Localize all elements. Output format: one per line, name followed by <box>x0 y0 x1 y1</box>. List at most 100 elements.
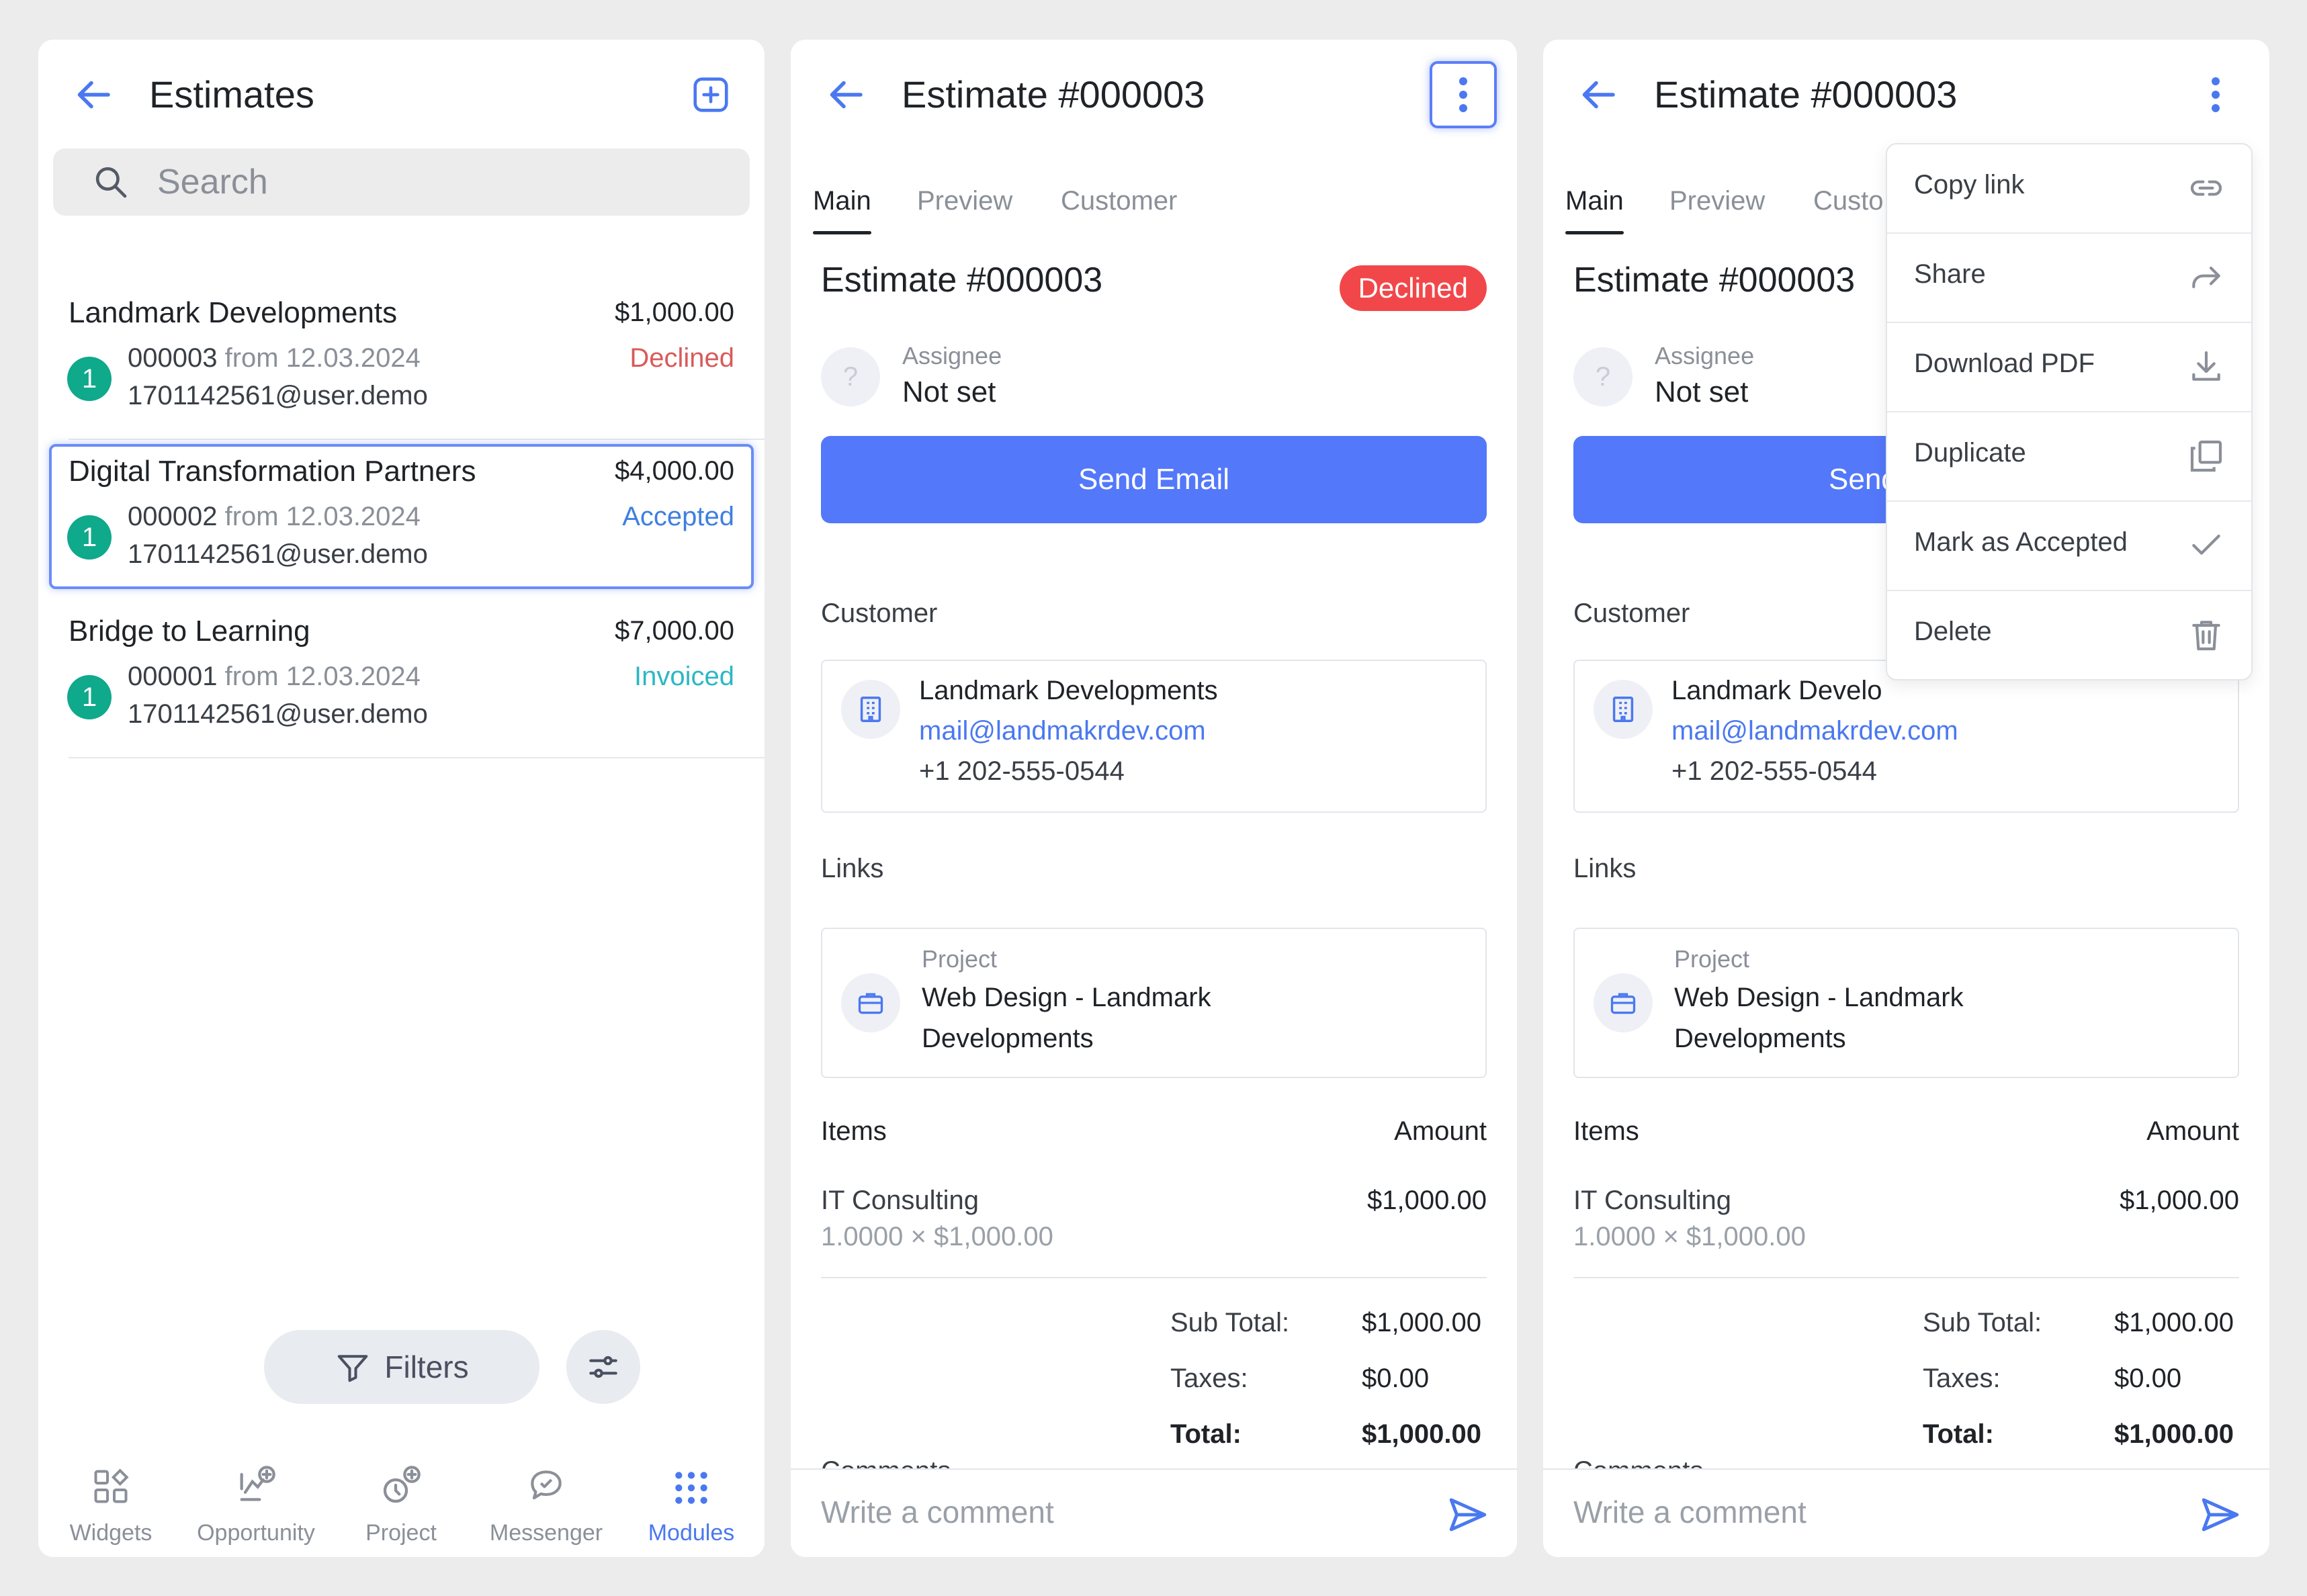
nav-item-messenger[interactable]: Messenger <box>474 1453 619 1546</box>
list-item[interactable]: Landmark Developments $1,000.00 1 000003… <box>38 281 765 440</box>
taxes-value: $0.00 <box>1362 1364 1430 1393</box>
project-link-card[interactable]: Project Web Design - Landmark Developmen… <box>821 928 1487 1078</box>
menu-item-mark-accepted[interactable]: Mark as Accepted <box>1887 502 2251 591</box>
tab-preview[interactable]: Preview <box>917 167 1012 234</box>
search-input[interactable]: Search <box>53 148 750 216</box>
more-menu-button[interactable] <box>1430 61 1497 128</box>
customer-card[interactable]: Landmark Developments mail@landmakrdev.c… <box>821 660 1487 813</box>
trash-icon <box>2184 613 2228 657</box>
customer-name: Landmark Developments <box>919 676 1218 705</box>
customer-phone[interactable]: +1 202-555-0544 <box>1671 756 1877 787</box>
customer-card[interactable]: Landmark Develo mail@landmakrdev.com +1 … <box>1573 660 2239 813</box>
estimate-number: 000002 from 12.03.2024 <box>128 502 421 532</box>
funnel-icon <box>338 1355 368 1382</box>
comment-input[interactable]: Write a comment <box>1573 1494 1807 1530</box>
back-button[interactable] <box>1571 66 1628 123</box>
total-label: Total: <box>1923 1419 1994 1449</box>
menu-item-label: Delete <box>1914 617 1992 646</box>
customer-phone[interactable]: +1 202-555-0544 <box>919 756 1125 787</box>
customer-section-title: Customer <box>1573 598 1690 628</box>
assignee-label: Assignee <box>902 342 1002 369</box>
item-quantity: 1.0000 × $1,000.00 <box>1573 1222 1806 1251</box>
filters-button[interactable]: Filters <box>264 1330 539 1404</box>
project-link-card[interactable]: Project Web Design - Landmark Developmen… <box>1573 928 2239 1078</box>
send-icon <box>2202 1498 2239 1532</box>
download-icon <box>2184 345 2228 389</box>
avatar: ? <box>821 347 880 406</box>
estimate-amount: $4,000.00 <box>615 456 734 486</box>
tab-customer[interactable]: Custo <box>1813 167 1884 234</box>
sliders-icon <box>589 1356 617 1378</box>
total-label: Total: <box>1170 1419 1242 1449</box>
menu-item-delete[interactable]: Delete <box>1887 591 2251 679</box>
nav-item-project[interactable]: Project <box>329 1453 474 1546</box>
nav-label: Modules <box>648 1520 735 1546</box>
taxes-row: Taxes: $0.00 <box>1923 1364 2239 1394</box>
avatar: ? <box>1573 347 1633 406</box>
menu-item-copy-link[interactable]: Copy link <box>1887 144 2251 234</box>
subtotal-row: Sub Total: $1,000.00 <box>1170 1308 1487 1338</box>
list-item[interactable]: Digital Transformation Partners $4,000.0… <box>38 440 765 598</box>
estimate-detail-screen: Estimate #000003 Main Preview Customer E… <box>791 40 1517 1557</box>
assignee-value[interactable]: Not set <box>1655 375 1748 409</box>
assignee-value[interactable]: Not set <box>902 375 996 409</box>
tab-main[interactable]: Main <box>813 167 871 234</box>
add-estimate-button[interactable] <box>677 61 744 128</box>
back-button[interactable] <box>67 66 123 123</box>
tab-bar: Main Preview Customer <box>791 167 1517 234</box>
taxes-row: Taxes: $0.00 <box>1170 1364 1487 1394</box>
menu-item-share[interactable]: Share <box>1887 234 2251 323</box>
nav-item-widgets[interactable]: Widgets <box>38 1453 183 1546</box>
subtotal-row: Sub Total: $1,000.00 <box>1923 1308 2239 1338</box>
nav-item-modules[interactable]: Modules <box>619 1453 764 1546</box>
check-icon <box>2184 523 2228 568</box>
count-badge: 1 <box>67 675 112 719</box>
subtotal-value: $1,000.00 <box>2114 1308 2234 1337</box>
amount-column: Amount <box>2146 1116 2239 1146</box>
customer-email-link[interactable]: mail@landmakrdev.com <box>919 716 1206 746</box>
date-text: from 12.03.2024 <box>224 502 421 531</box>
list-item[interactable]: Bridge to Learning $7,000.00 1 000001 fr… <box>38 600 765 758</box>
header: Estimates <box>38 40 765 140</box>
customer-name: Bridge to Learning <box>69 615 310 648</box>
project-name: Web Design - Landmark Developments <box>922 983 1211 1053</box>
page-title: Estimate #000003 <box>902 73 1205 116</box>
building-icon <box>1594 680 1653 739</box>
item-amount: $1,000.00 <box>1367 1186 1487 1215</box>
nav-item-opportunity[interactable]: Opportunity <box>183 1453 329 1546</box>
estimate-number: 000001 from 12.03.2024 <box>128 662 421 692</box>
comment-bar: Write a comment <box>1543 1468 2269 1557</box>
items-column: Items <box>1573 1116 1639 1146</box>
header: Estimate #000003 <box>1543 40 2269 140</box>
send-comment-button[interactable] <box>1446 1493 1490 1540</box>
project-icon <box>383 1466 421 1503</box>
comment-bar: Write a comment <box>791 1468 1517 1557</box>
comment-input[interactable]: Write a comment <box>821 1494 1054 1530</box>
amount-column: Amount <box>1394 1116 1487 1146</box>
status-badge: Declined <box>1339 265 1487 311</box>
tab-customer[interactable]: Customer <box>1061 167 1177 234</box>
number-text: 000001 <box>128 662 218 691</box>
customer-name: Landmark Develo <box>1671 676 1882 705</box>
send-icon <box>1449 1498 1487 1532</box>
divider <box>69 757 765 758</box>
filter-settings-button[interactable] <box>566 1330 640 1404</box>
send-comment-button[interactable] <box>2198 1493 2243 1540</box>
taxes-label: Taxes: <box>1923 1364 2001 1393</box>
send-email-button[interactable]: Send Email <box>821 436 1487 523</box>
menu-item-download-pdf[interactable]: Download PDF <box>1887 323 2251 412</box>
filters-label: Filters <box>384 1349 469 1384</box>
back-button[interactable] <box>819 66 875 123</box>
estimates-list-screen: Estimates Search Landmark Developments $… <box>38 40 765 1557</box>
assignee-label: Assignee <box>1655 342 1755 369</box>
number-text: 000002 <box>128 502 218 531</box>
customer-section-title: Customer <box>821 598 938 628</box>
bottom-nav: Widgets Opportunity Project Messenger Mo… <box>38 1436 765 1557</box>
taxes-value: $0.00 <box>2114 1364 2182 1393</box>
menu-item-duplicate[interactable]: Duplicate <box>1887 412 2251 502</box>
customer-email-link[interactable]: mail@landmakrdev.com <box>1671 716 1958 746</box>
tab-main[interactable]: Main <box>1565 167 1624 234</box>
more-vertical-icon <box>2212 77 2220 112</box>
more-menu-button[interactable] <box>2182 61 2249 128</box>
tab-preview[interactable]: Preview <box>1669 167 1765 234</box>
